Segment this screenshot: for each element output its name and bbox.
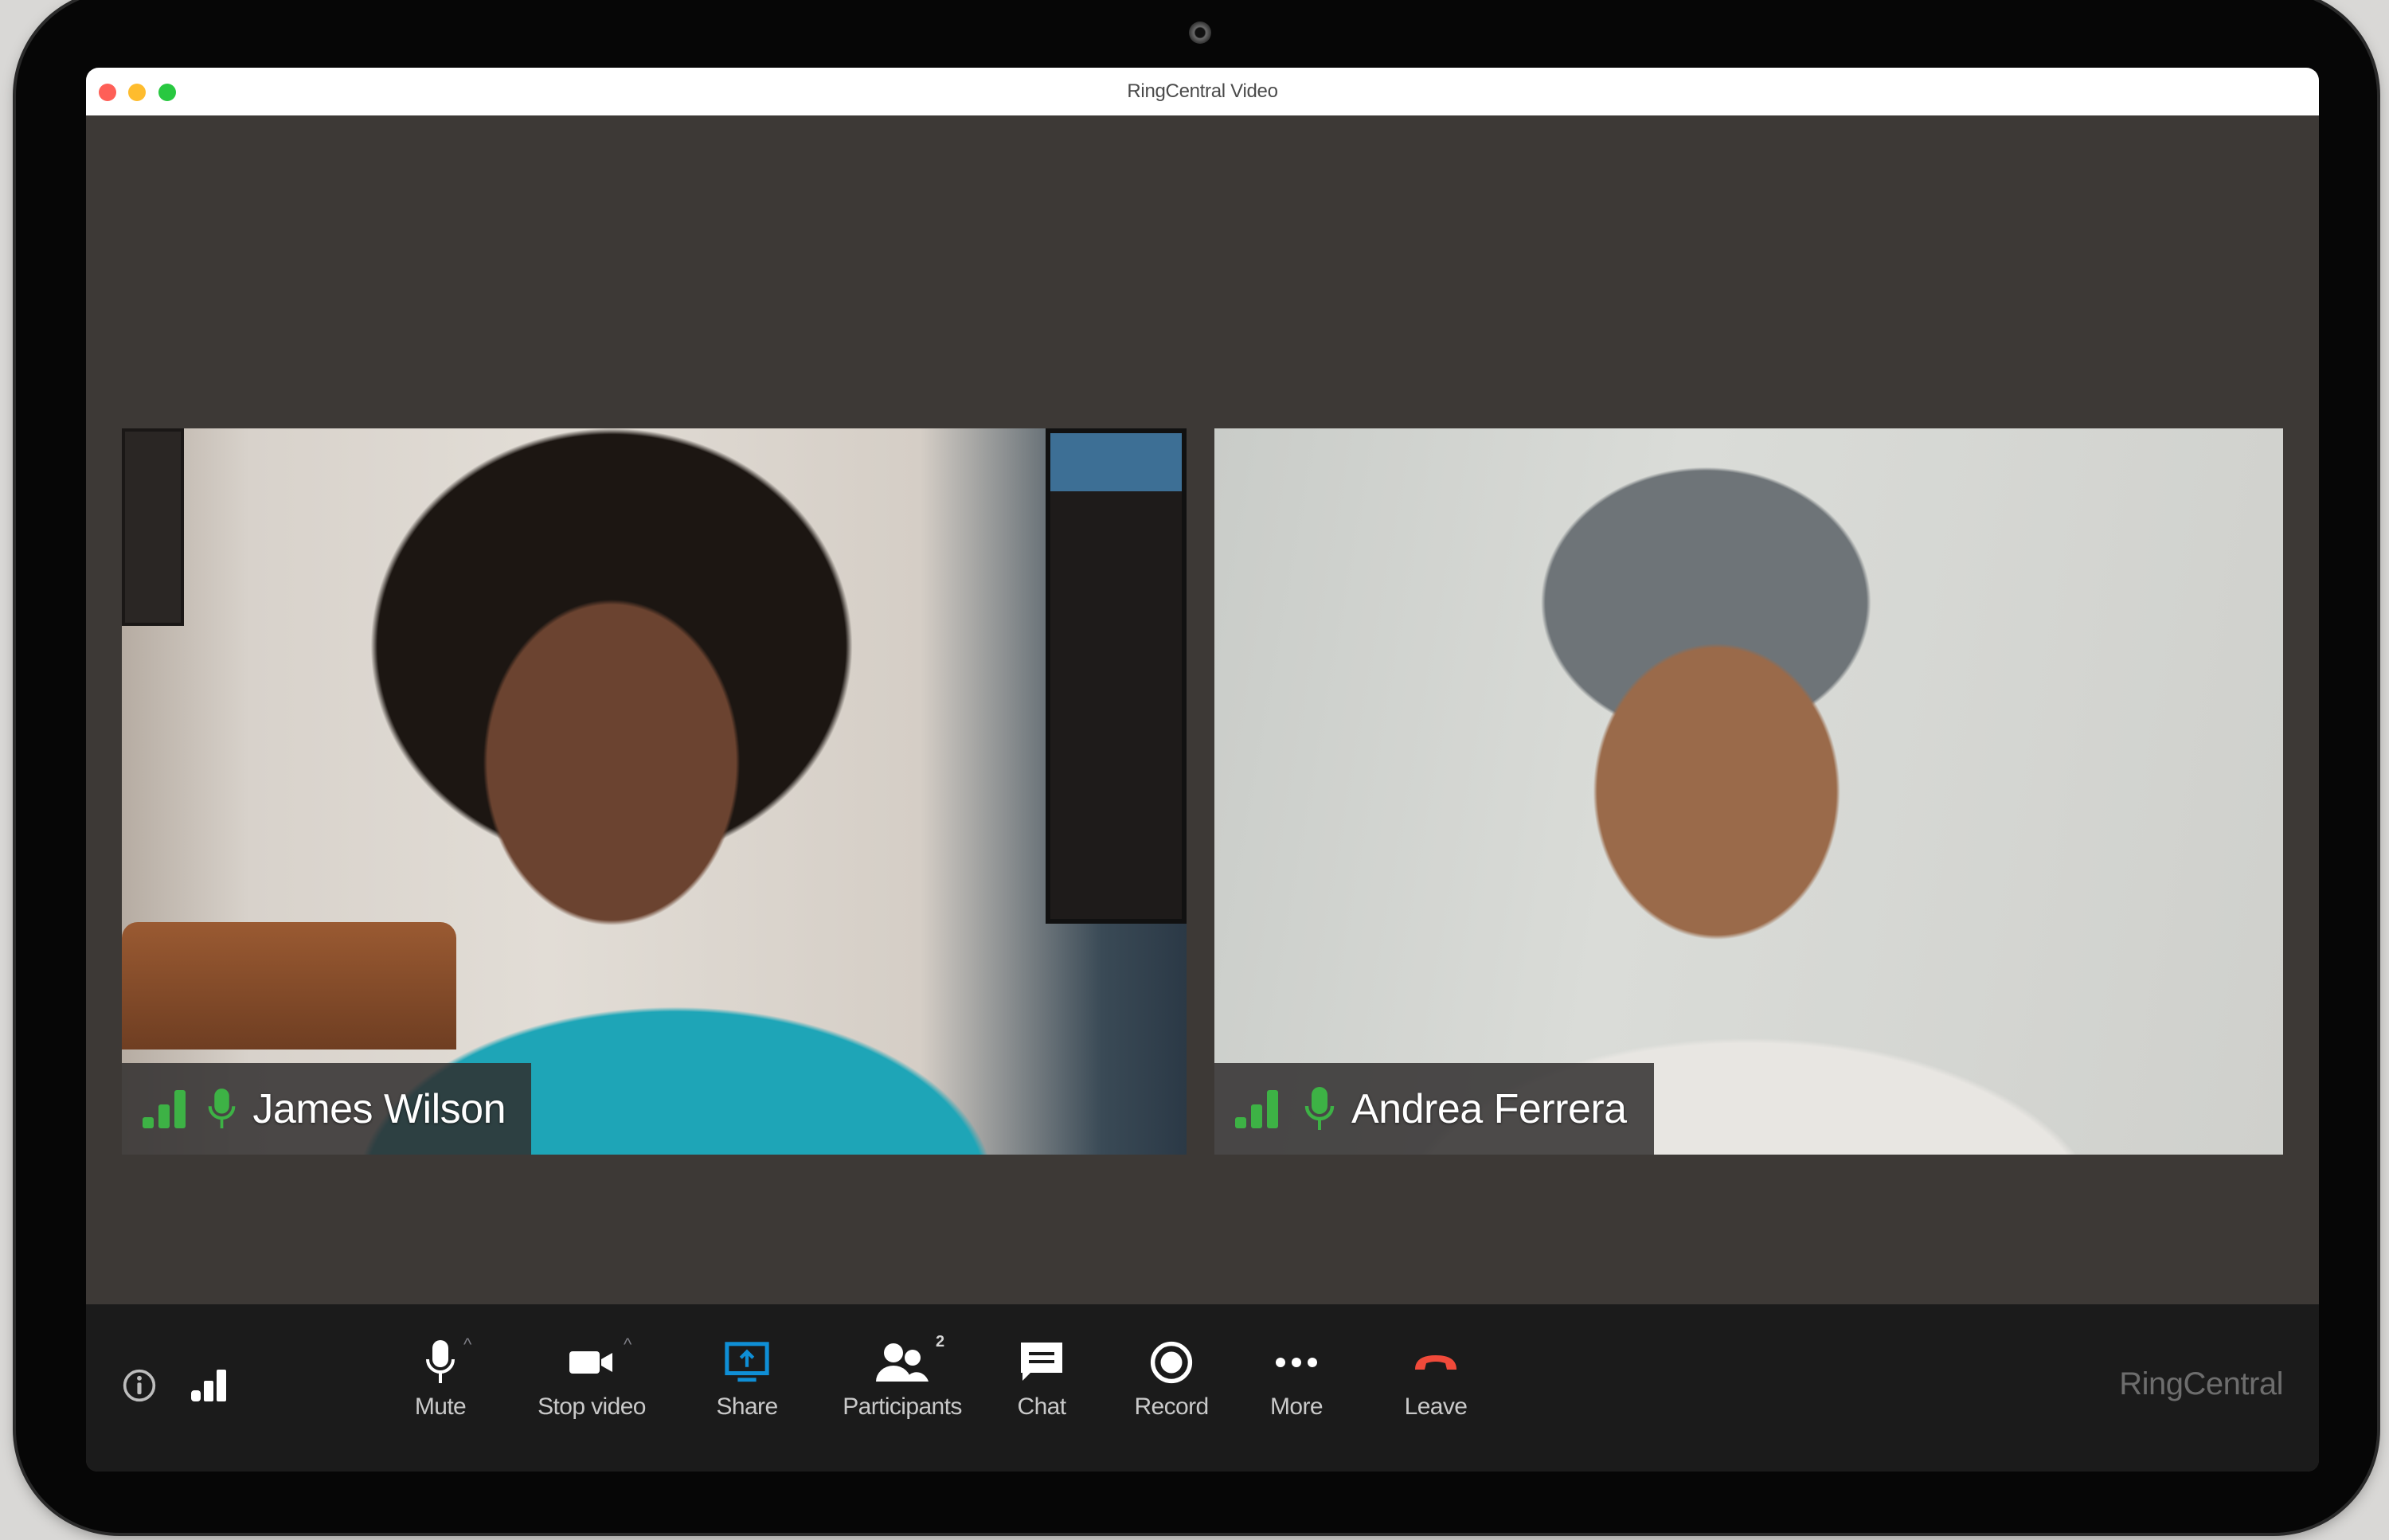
participants-label: Participants (843, 1393, 962, 1420)
more-button[interactable]: More (1245, 1335, 1348, 1421)
microphone-icon (426, 1340, 455, 1383)
video-camera-icon (569, 1351, 612, 1374)
stop-video-button[interactable]: ^ Stop video (520, 1335, 663, 1421)
app-window: RingCentral Video James Wilson Andrea Fe… (86, 68, 2319, 1472)
signal-strength-icon (1232, 1089, 1281, 1128)
record-icon (1150, 1341, 1193, 1384)
leave-button[interactable]: Leave (1384, 1335, 1488, 1421)
share-button[interactable]: Share (687, 1335, 807, 1421)
front-camera (1189, 21, 1211, 44)
microphone-icon (209, 1088, 236, 1128)
chevron-up-icon[interactable]: ^ (463, 1335, 471, 1355)
network-signal-icon[interactable] (191, 1370, 228, 1401)
participant-nameplate: Andrea Ferrera (1214, 1063, 1654, 1155)
window-title: RingCentral Video (1127, 80, 1278, 102)
title-bar: RingCentral Video (86, 68, 2319, 116)
stop-video-label: Stop video (538, 1393, 646, 1420)
couch (122, 922, 456, 1049)
more-label: More (1270, 1393, 1324, 1420)
brand-logo: RingCentral (2119, 1366, 2283, 1401)
share-screen-icon (725, 1342, 769, 1382)
participant-video (1214, 428, 2283, 1155)
mute-button[interactable]: ^ Mute (381, 1335, 500, 1421)
hang-up-icon (1415, 1355, 1456, 1370)
chat-button[interactable]: Chat (986, 1335, 1097, 1421)
chat-label: Chat (1017, 1393, 1067, 1420)
share-label: Share (716, 1393, 778, 1420)
participant-tile[interactable]: James Wilson (122, 428, 1187, 1155)
record-button[interactable]: Record (1112, 1335, 1231, 1421)
record-label: Record (1134, 1393, 1209, 1420)
meeting-toolbar: ^ Mute ^ Stop video Share 2 Participants… (86, 1304, 2319, 1472)
signal-strength-icon (139, 1089, 186, 1128)
info-icon[interactable] (122, 1368, 157, 1403)
wall-frame (1046, 428, 1187, 924)
participant-nameplate: James Wilson (122, 1063, 531, 1155)
chevron-up-icon[interactable]: ^ (624, 1335, 631, 1355)
participant-count-badge: 2 (936, 1333, 945, 1350)
participants-icon (876, 1343, 929, 1382)
wall-frame (122, 428, 184, 626)
participant-name: James Wilson (252, 1085, 506, 1132)
mute-label: Mute (414, 1393, 467, 1420)
more-dots-icon (1276, 1358, 1317, 1367)
microphone-icon (1304, 1086, 1335, 1130)
participants-button[interactable]: 2 Participants (823, 1333, 982, 1421)
participant-name: Andrea Ferrera (1351, 1085, 1627, 1132)
leave-label: Leave (1404, 1393, 1468, 1420)
chat-icon (1021, 1343, 1062, 1381)
participant-tile[interactable]: Andrea Ferrera (1214, 428, 2283, 1155)
video-stage: James Wilson Andrea Ferrera (86, 115, 2319, 1372)
